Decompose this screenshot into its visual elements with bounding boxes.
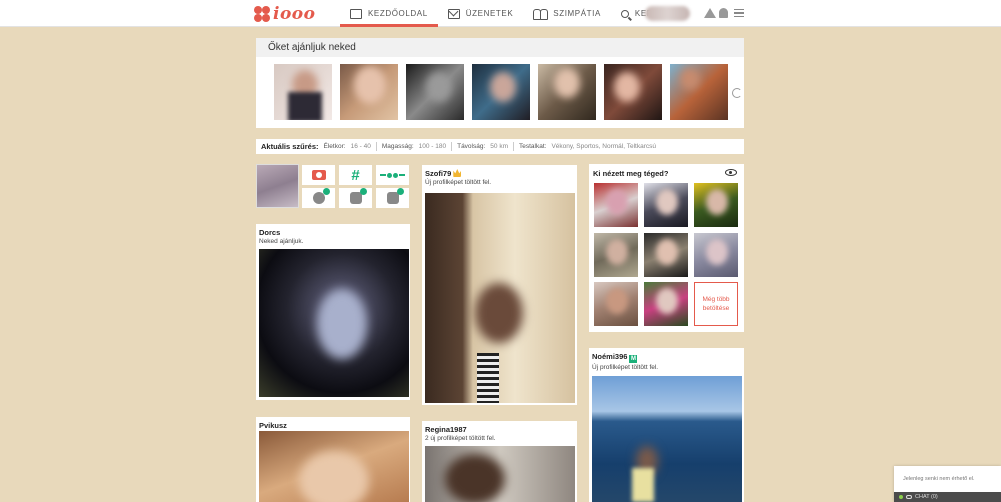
camera-icon <box>311 170 326 180</box>
active-filter-bar[interactable]: Aktuális szűrés: Életkor: 16 - 40 Magassá… <box>256 139 744 154</box>
viewer-photo[interactable] <box>644 233 688 277</box>
filter-distance-value: 50 km <box>490 143 508 150</box>
hashtag-button[interactable]: # <box>339 165 372 185</box>
filter-height-value: 100 - 180 <box>418 143 447 150</box>
chat-toggle-bar[interactable]: CHAT (0) <box>894 492 1001 502</box>
profile-name[interactable]: Regina1987 <box>422 421 577 434</box>
profile-photo[interactable] <box>425 193 575 403</box>
filter-body-value: Vékony, Sportos, Normál, Teltkarcsú <box>551 143 656 150</box>
profile-card-dorcs[interactable]: Dorcs Neked ajánljuk. <box>256 224 410 400</box>
filter-age-label: Életkor: <box>323 143 346 150</box>
profile-name-text: Noémi396 <box>592 352 628 361</box>
filter-distance-label: Távolság: <box>457 143 486 150</box>
viewer-photo[interactable] <box>594 282 638 326</box>
badge-button[interactable] <box>339 188 372 208</box>
profile-card-pvikusz[interactable]: Pvikusz <box>256 417 410 502</box>
user-avatar[interactable] <box>645 6 690 21</box>
profile-card-noemi396[interactable]: Noémi396 M Új profilképet töltött fel. <box>589 348 744 502</box>
clover-icon <box>254 6 270 22</box>
recommended-profiles: Őket ajánljuk neked <box>256 38 744 128</box>
divider <box>375 142 377 151</box>
recommended-photo[interactable] <box>604 64 662 120</box>
connections-icon <box>380 172 405 178</box>
recommended-photo[interactable] <box>274 64 332 120</box>
refresh-icon[interactable] <box>732 88 742 98</box>
nav-item-label: SZIMPÁTIA <box>553 9 601 18</box>
recommended-photo[interactable] <box>472 64 530 120</box>
profile-photo[interactable] <box>425 446 575 502</box>
nav-item-label: ÜZENETEK <box>465 9 514 18</box>
search-icon <box>620 9 629 18</box>
section-title: Őket ajánljuk neked <box>256 38 744 57</box>
viewer-photo[interactable] <box>644 282 688 326</box>
profile-name[interactable]: Pvikusz <box>256 417 410 430</box>
nav-item-label: KEZDŐOLDAL <box>368 9 428 18</box>
logo-text: iooo <box>273 4 316 24</box>
member-badge: M <box>629 355 638 363</box>
online-status-icon <box>899 495 903 499</box>
profile-card-szofi79[interactable]: Szofi79 Új profilképet töltött fel. <box>422 165 577 405</box>
profile-activity: 2 új profilképet töltött fel. <box>425 435 496 442</box>
profile-photo[interactable] <box>592 376 742 502</box>
recommended-photo[interactable] <box>406 64 464 120</box>
viewer-photo[interactable] <box>644 183 688 227</box>
profile-name[interactable]: Noémi396 M <box>589 348 744 363</box>
verify-button[interactable] <box>302 188 335 208</box>
newspaper-icon <box>350 8 362 19</box>
filter-body-label: Testalkat: <box>518 143 547 150</box>
recommended-photo-list <box>274 64 728 120</box>
upload-photo-button[interactable] <box>302 165 335 185</box>
viewer-photo[interactable] <box>594 233 638 277</box>
main-nav: KEZDŐOLDAL ÜZENETEK SZIMPÁTIA KERESÉS <box>340 0 687 27</box>
profile-card-regina1987[interactable]: Regina1987 2 új profilképet töltött fel. <box>422 421 577 502</box>
viewer-photo[interactable] <box>694 233 738 277</box>
recommended-photo[interactable] <box>670 64 728 120</box>
mail-icon <box>447 8 460 19</box>
chat-bubble-icon <box>906 495 912 499</box>
eye-icon[interactable] <box>725 169 737 176</box>
profile-activity: Új profilképet töltött fel. <box>592 364 659 371</box>
connections-button[interactable] <box>376 165 409 185</box>
profile-name[interactable]: Dorcs <box>256 224 410 237</box>
hamburger-menu-icon[interactable] <box>734 9 744 17</box>
chat-status-message: Jelenleg senki nem érhető el. <box>903 476 975 482</box>
people-icon <box>533 8 549 20</box>
own-profile-photo[interactable] <box>256 164 299 208</box>
verify-icon <box>312 188 330 204</box>
crown-icon <box>453 169 462 177</box>
chat-label: CHAT (0) <box>915 494 938 500</box>
panel-title: Ki nézett meg téged? <box>593 169 669 178</box>
chat-widget[interactable]: Jelenleg senki nem érhető el. CHAT (0) <box>894 466 1001 502</box>
profile-name[interactable]: Szofi79 <box>422 165 577 178</box>
bell-icon[interactable] <box>719 8 728 18</box>
filter-age-value: 16 - 40 <box>350 143 371 150</box>
recommended-photo[interactable] <box>340 64 398 120</box>
profile-name-text: Szofi79 <box>425 169 452 178</box>
filter-title: Aktuális szűrés: <box>261 142 319 151</box>
profile-activity: Új profilképet töltött fel. <box>425 179 492 186</box>
warning-icon[interactable] <box>704 8 716 18</box>
viewer-photo[interactable] <box>594 183 638 227</box>
megaphone-icon <box>386 188 404 204</box>
hashtag-icon: # <box>351 166 360 184</box>
nav-item-sympathy[interactable]: SZIMPÁTIA <box>523 0 611 27</box>
badge-icon <box>349 188 367 204</box>
nav-item-messages[interactable]: ÜZENETEK <box>438 0 523 27</box>
nav-item-home[interactable]: KEZDŐOLDAL <box>340 0 438 27</box>
load-more-button[interactable]: Még több betöltése <box>694 282 738 326</box>
logo[interactable]: iooo <box>254 4 315 24</box>
promote-button[interactable] <box>376 188 409 208</box>
divider <box>512 142 514 151</box>
top-navigation-bar: iooo KEZDŐOLDAL ÜZENETEK SZIMPÁTIA KERES… <box>0 0 1001 27</box>
profile-photo[interactable] <box>259 431 409 502</box>
filter-height-label: Magasság: <box>381 143 414 150</box>
profile-activity: Neked ajánljuk. <box>259 238 304 245</box>
viewer-photo[interactable] <box>694 183 738 227</box>
who-viewed-me-panel: Ki nézett meg téged? Még több betöltése <box>589 164 744 332</box>
profile-photo[interactable] <box>259 249 409 397</box>
recommended-photo[interactable] <box>538 64 596 120</box>
divider <box>451 142 453 151</box>
